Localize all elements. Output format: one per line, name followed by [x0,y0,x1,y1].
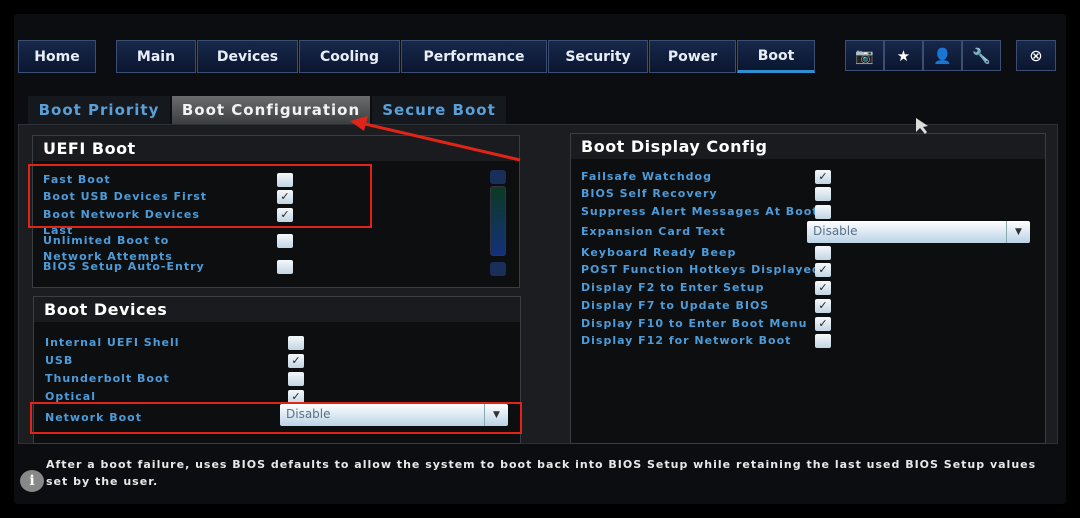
info-icon: i [20,470,44,492]
mouse-cursor [916,118,928,134]
help-text: After a boot failure, uses BIOS defaults… [46,458,1037,488]
annotation-arrow [350,116,928,162]
